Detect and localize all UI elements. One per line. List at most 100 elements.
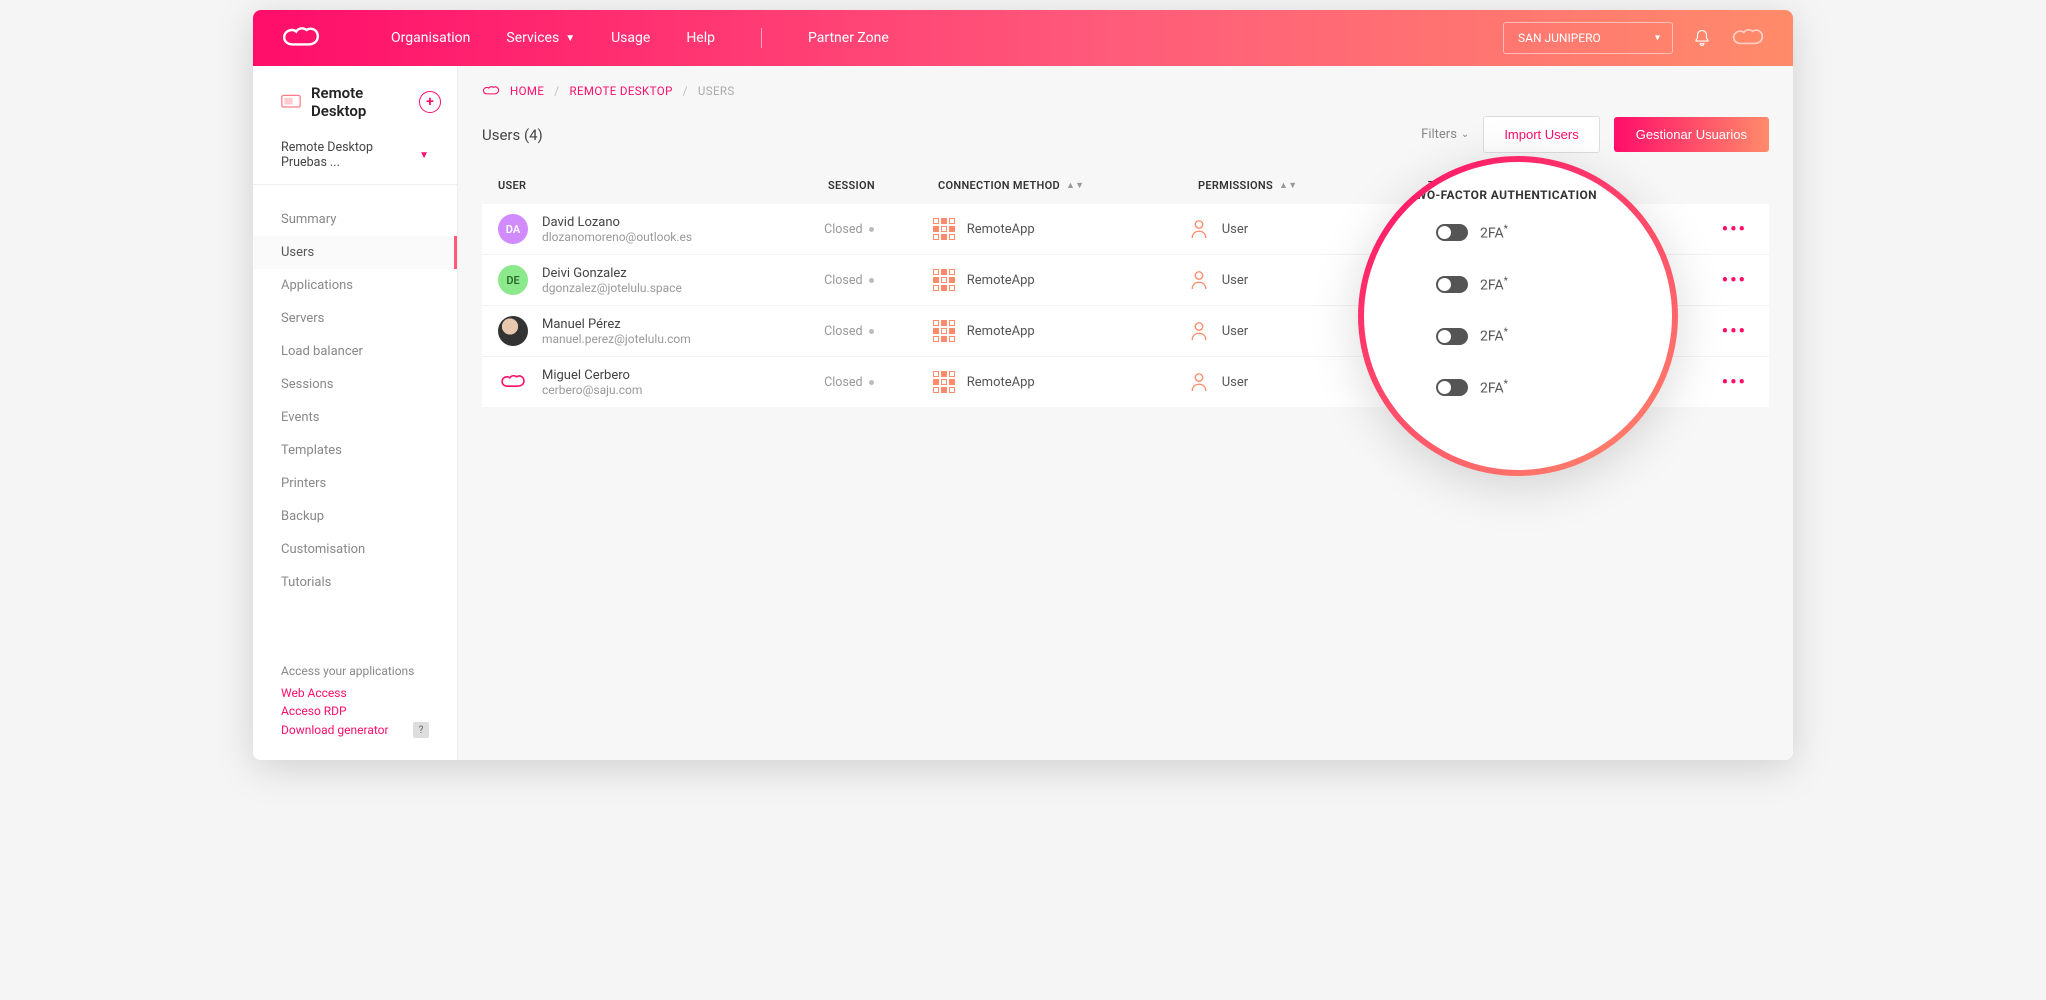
header-connection[interactable]: CONNECTION METHOD▲▼	[938, 179, 1198, 192]
2fa-toggle[interactable]	[1436, 379, 1468, 396]
sidebar-nav: Summary Users Applications Servers Load …	[253, 203, 457, 599]
main-content: HOME / REMOTE DESKTOP / USERS Users (4) …	[458, 66, 1793, 760]
connection-method: RemoteApp	[967, 375, 1035, 390]
2fa-label: 2FA	[1480, 276, 1508, 294]
cloud-icon	[482, 85, 500, 97]
status-dot-icon	[869, 329, 874, 334]
sidebar-item-sessions[interactable]: Sessions	[253, 368, 457, 401]
add-button[interactable]: +	[419, 91, 441, 113]
highlight-title: TWO-FACTOR AUTHENTICATION	[1408, 188, 1642, 202]
status-dot-icon	[869, 278, 874, 283]
permission-label: User	[1222, 273, 1248, 288]
session-status: Closed	[824, 324, 862, 339]
nav-organisation[interactable]: Organisation	[391, 30, 470, 46]
remoteapp-icon	[933, 320, 955, 342]
notifications-icon[interactable]	[1693, 29, 1711, 47]
breadcrumb-current: USERS	[698, 84, 735, 98]
2fa-toggle[interactable]	[1436, 276, 1468, 293]
manage-users-button[interactable]: Gestionar Usuarios	[1614, 117, 1769, 152]
nav-help[interactable]: Help	[686, 30, 715, 46]
sort-icon: ▲▼	[1066, 183, 1084, 189]
connection-method: RemoteApp	[967, 324, 1035, 339]
header-permissions[interactable]: PERMISSIONS▲▼	[1198, 179, 1428, 192]
session-status: Closed	[824, 222, 862, 237]
sidebar-item-templates[interactable]: Templates	[253, 434, 457, 467]
chevron-down-icon: ⌄	[1461, 129, 1469, 140]
chevron-down-icon: ▼	[565, 33, 575, 44]
avatar	[498, 316, 528, 346]
row-actions-menu[interactable]: •••	[1704, 270, 1753, 291]
user-email: dlozanomoreno@outlook.es	[542, 230, 692, 244]
remoteapp-icon	[933, 371, 955, 393]
sidebar-footer: Access your applications Web Access Acce…	[253, 650, 457, 760]
user-name: Deivi Gonzalez	[542, 266, 682, 281]
permission-label: User	[1222, 324, 1248, 339]
nav-services[interactable]: Services ▼	[506, 30, 575, 46]
2fa-label: 2FA	[1480, 379, 1508, 397]
filters-dropdown[interactable]: Filters ⌄	[1421, 127, 1469, 142]
header-user: USER	[498, 179, 828, 192]
breadcrumb-remote-desktop[interactable]: REMOTE DESKTOP	[569, 84, 672, 98]
avatar: DE	[498, 265, 528, 295]
avatar	[498, 367, 528, 397]
user-icon	[1190, 219, 1208, 239]
row-actions-menu[interactable]: •••	[1704, 372, 1753, 393]
remoteapp-icon	[933, 269, 955, 291]
user-email: cerbero@saju.com	[542, 383, 642, 397]
row-actions-menu[interactable]: •••	[1704, 321, 1753, 342]
user-name: David Lozano	[542, 215, 692, 230]
remote-desktop-icon	[281, 94, 301, 110]
remoteapp-icon	[933, 218, 955, 240]
brand-logo-icon	[281, 25, 321, 51]
help-icon[interactable]: ?	[413, 722, 429, 738]
breadcrumb: HOME / REMOTE DESKTOP / USERS	[482, 84, 1769, 98]
link-acceso-rdp[interactable]: Acceso RDP	[281, 702, 429, 720]
2fa-label: 2FA	[1480, 224, 1508, 242]
sidebar-item-applications[interactable]: Applications	[253, 269, 457, 302]
breadcrumb-home[interactable]: HOME	[510, 84, 544, 98]
sidebar-item-printers[interactable]: Printers	[253, 467, 457, 500]
user-name: Manuel Pérez	[542, 317, 691, 332]
sidebar-item-load-balancer[interactable]: Load balancer	[253, 335, 457, 368]
avatar: DA	[498, 214, 528, 244]
nav-usage[interactable]: Usage	[611, 30, 650, 46]
sidebar: Remote Desktop + Remote Desktop Pruebas …	[253, 66, 458, 760]
sidebar-item-servers[interactable]: Servers	[253, 302, 457, 335]
permission-label: User	[1222, 222, 1248, 237]
highlight-callout: TWO-FACTOR AUTHENTICATION 2FA 2FA 2FA 2F…	[1358, 156, 1678, 476]
user-icon	[1190, 321, 1208, 341]
sidebar-item-backup[interactable]: Backup	[253, 500, 457, 533]
topbar: Organisation Services ▼ Usage Help Partn…	[253, 10, 1793, 66]
topnav: Organisation Services ▼ Usage Help Partn…	[391, 28, 889, 48]
chevron-down-icon: ▼	[419, 150, 429, 161]
user-email: manuel.perez@jotelulu.com	[542, 332, 691, 346]
row-actions-menu[interactable]: •••	[1704, 219, 1753, 240]
sidebar-item-tutorials[interactable]: Tutorials	[253, 566, 457, 599]
sidebar-footer-header: Access your applications	[281, 664, 429, 678]
partner-logo-icon	[1731, 25, 1765, 51]
2fa-label: 2FA	[1480, 327, 1508, 345]
2fa-toggle[interactable]	[1436, 224, 1468, 241]
org-selector[interactable]: SAN JUNIPERO	[1503, 22, 1673, 54]
user-email: dgonzalez@jotelulu.space	[542, 281, 682, 295]
import-users-button[interactable]: Import Users	[1483, 116, 1599, 153]
session-status: Closed	[824, 273, 862, 288]
status-dot-icon	[869, 380, 874, 385]
nav-separator	[761, 28, 762, 48]
user-name: Miguel Cerbero	[542, 368, 642, 383]
permission-label: User	[1222, 375, 1248, 390]
sidebar-item-summary[interactable]: Summary	[253, 203, 457, 236]
sidebar-item-customisation[interactable]: Customisation	[253, 533, 457, 566]
link-web-access[interactable]: Web Access	[281, 684, 429, 702]
sidebar-instance-selector[interactable]: Remote Desktop Pruebas ...▼	[253, 130, 457, 185]
connection-method: RemoteApp	[967, 222, 1035, 237]
session-status: Closed	[824, 375, 862, 390]
status-dot-icon	[869, 227, 874, 232]
sort-icon: ▲▼	[1279, 183, 1297, 189]
user-icon	[1190, 372, 1208, 392]
sidebar-item-users[interactable]: Users	[253, 236, 457, 269]
2fa-toggle[interactable]	[1436, 328, 1468, 345]
sidebar-item-events[interactable]: Events	[253, 401, 457, 434]
link-download-generator[interactable]: Download generator?	[281, 720, 429, 740]
nav-partner-zone[interactable]: Partner Zone	[808, 30, 889, 46]
